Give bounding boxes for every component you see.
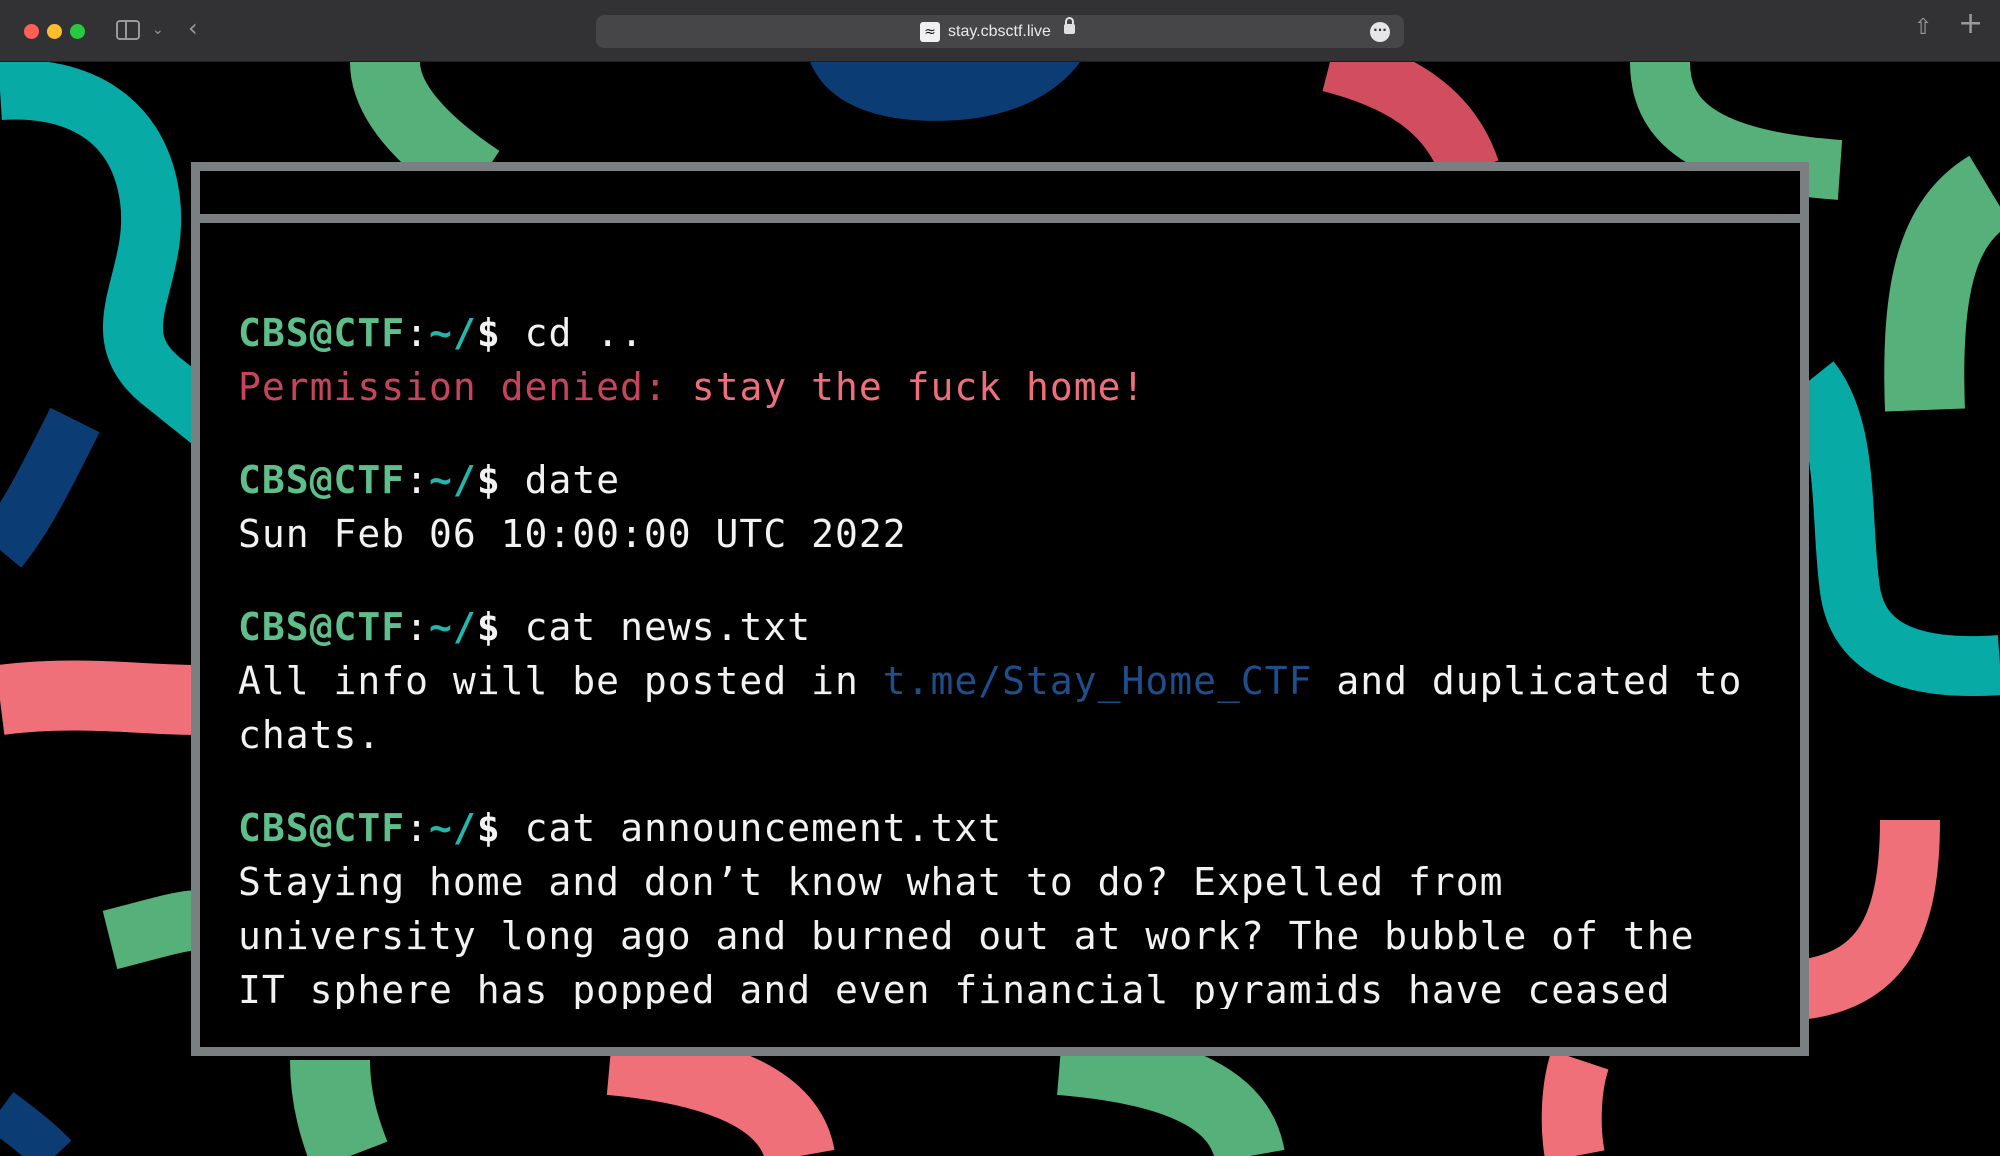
close-window-button[interactable] xyxy=(24,24,39,39)
command-text: date xyxy=(500,458,621,502)
announcement-output: Staying home and don’t know what to do? … xyxy=(238,860,1719,1009)
share-icon[interactable]: ⇧ xyxy=(1914,17,1932,39)
green-squiggle xyxy=(290,1059,388,1156)
back-arrow-icon[interactable]: ‹ xyxy=(188,16,198,40)
terminal-block-news: CBS@CTF:~/$ cat news.txt All info will b… xyxy=(238,600,1762,762)
terminal-output: CBS@CTF:~/$ cd .. Permission denied: sta… xyxy=(238,306,1762,1009)
prompt-user: CBS@CTF xyxy=(238,806,406,850)
pink-squiggle xyxy=(1795,819,1940,1020)
prompt-separator: : xyxy=(405,458,430,502)
error-message: stay the fuck home! xyxy=(667,365,1146,409)
teal-squiggle xyxy=(0,62,229,444)
prompt-separator: : xyxy=(405,806,430,850)
pink-squiggle xyxy=(1541,1050,1609,1156)
terminal-titlebar xyxy=(200,171,1800,223)
teal-squiggle xyxy=(1785,361,2000,697)
prompt-path: ~/ xyxy=(429,605,477,649)
prompt-path: ~/ xyxy=(429,806,477,850)
green-squiggle xyxy=(102,890,202,970)
telegram-link[interactable]: t.me/Stay_Home_CTF xyxy=(883,659,1313,703)
prompt-dollar: $ xyxy=(476,311,501,355)
command-line: CBS@CTF:~/$ date xyxy=(238,453,1762,507)
prompt-user: CBS@CTF xyxy=(238,311,406,355)
command-text: cat announcement.txt xyxy=(500,806,1003,850)
minimize-window-button[interactable] xyxy=(47,24,62,39)
pink-squiggle xyxy=(606,1025,835,1156)
prompt-user: CBS@CTF xyxy=(238,458,406,502)
navy-blob xyxy=(810,62,1080,121)
chevron-down-icon[interactable]: ⌄ xyxy=(152,20,164,40)
prompt-dollar: $ xyxy=(476,458,501,502)
prompt-user: CBS@CTF xyxy=(238,605,406,649)
command-text: cat news.txt xyxy=(500,605,812,649)
wave-icon: ≈ xyxy=(920,22,940,42)
prompt-path: ~/ xyxy=(429,458,477,502)
green-squiggle xyxy=(1056,1025,1285,1156)
news-output: All info will be posted in t.me/Stay_Hom… xyxy=(238,654,1762,762)
address-bar[interactable]: ≈ stay.cbsctf.live ··· xyxy=(596,15,1404,48)
terminal-block-cd: CBS@CTF:~/$ cd .. Permission denied: sta… xyxy=(238,306,1762,414)
lock-icon xyxy=(1064,17,1075,34)
pink-squiggle xyxy=(0,660,201,735)
green-squiggle xyxy=(1884,155,2000,412)
browser-titlebar: ⌄ ‹ ≈ stay.cbsctf.live ··· ⇧ + xyxy=(0,0,2000,62)
prompt-dollar: $ xyxy=(476,605,501,649)
command-line: CBS@CTF:~/$ cat announcement.txt xyxy=(238,801,1762,855)
date-output: Sun Feb 06 10:00:00 UTC 2022 xyxy=(238,512,907,556)
command-line: CBS@CTF:~/$ cat news.txt xyxy=(238,600,1762,654)
command-text: cd .. xyxy=(500,311,644,355)
url-text[interactable]: stay.cbsctf.live xyxy=(948,22,1051,42)
error-output: Permission denied: stay the fuck home! xyxy=(238,360,1762,414)
terminal-block-announcement: CBS@CTF:~/$ cat announcement.txt Staying… xyxy=(238,801,1762,1009)
prompt-path: ~/ xyxy=(429,311,477,355)
prompt-separator: : xyxy=(405,605,430,649)
red-squiggle xyxy=(1322,62,1499,181)
sidebar-toggle-icon[interactable] xyxy=(116,20,140,40)
terminal-window: CBS@CTF:~/$ cd .. Permission denied: sta… xyxy=(191,162,1809,1056)
more-options-icon[interactable]: ··· xyxy=(1370,22,1390,42)
prompt-dollar: $ xyxy=(476,806,501,850)
news-text-before: All info will be posted in xyxy=(238,659,883,703)
terminal-block-date: CBS@CTF:~/$ date Sun Feb 06 10:00:00 UTC… xyxy=(238,453,1762,561)
zoom-window-button[interactable] xyxy=(70,24,85,39)
error-prefix: Permission denied: xyxy=(238,365,668,409)
green-squiggle xyxy=(1630,62,1843,200)
command-line: CBS@CTF:~/$ cd .. xyxy=(238,306,1762,360)
navy-squiggle xyxy=(0,407,100,568)
navy-squiggle xyxy=(0,1092,72,1156)
prompt-separator: : xyxy=(405,311,430,355)
new-tab-plus-icon[interactable]: + xyxy=(1958,9,1983,39)
